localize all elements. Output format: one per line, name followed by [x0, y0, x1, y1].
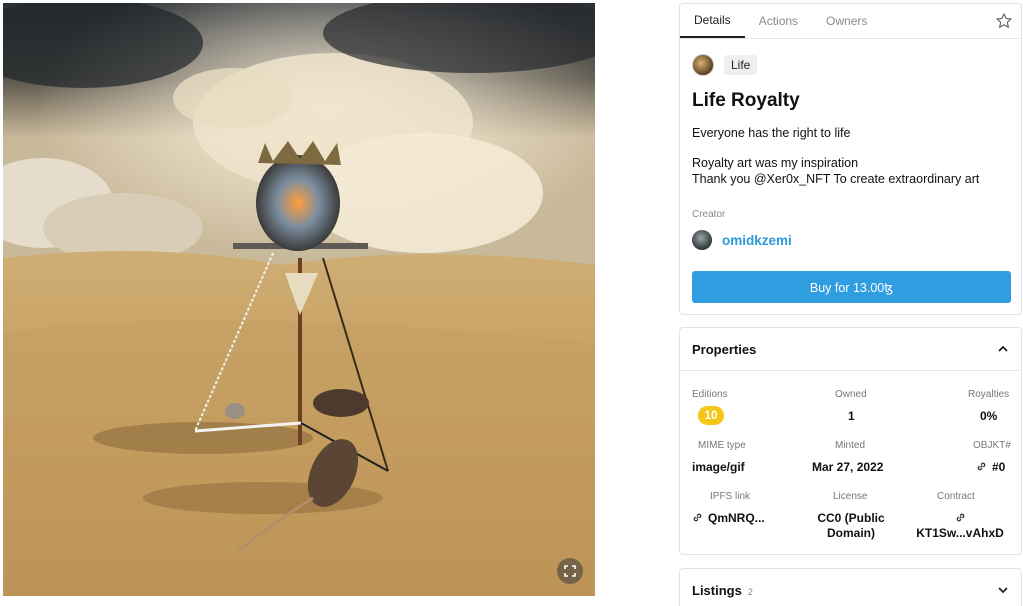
description-line: Royalty art was my inspiration — [692, 156, 859, 170]
link-icon — [956, 513, 964, 522]
editions-badge: 10 — [698, 406, 724, 425]
contract-value: KT1Sw...vAhxD — [916, 526, 1004, 540]
link-icon — [693, 513, 702, 522]
properties-card: Properties Editions 10 Owned 1 Royalties… — [679, 327, 1022, 555]
minted-label: Minted — [835, 440, 866, 451]
creator-name-link[interactable]: omidkzemi — [722, 233, 792, 248]
ipfs-label: IPFS link — [710, 491, 751, 502]
objkt-value: #0 — [992, 460, 1006, 474]
royalties-label: Royalties — [968, 389, 1010, 400]
minted-value: Mar 27, 2022 — [812, 460, 884, 474]
contract-link[interactable]: KT1Sw...vAhxD — [910, 511, 1010, 541]
buy-button[interactable]: Buy for 13.00ꜩ — [692, 271, 1011, 303]
link-icon — [977, 462, 986, 471]
owner-avatar[interactable] — [692, 54, 714, 76]
ipfs-link[interactable]: QmNRQ... — [692, 511, 765, 526]
listings-header[interactable]: Listings 2 — [680, 569, 1021, 606]
listings-count: 2 — [747, 586, 753, 597]
listings-title-text: Listings — [692, 582, 742, 598]
properties-header[interactable]: Properties — [680, 328, 1021, 370]
listings-card: Listings 2 — [679, 568, 1022, 606]
tab-bar: Details Actions Owners — [680, 4, 1021, 39]
fullscreen-icon — [564, 565, 576, 577]
license-label: License — [833, 491, 868, 502]
mime-value: image/gif — [692, 460, 745, 474]
fullscreen-button[interactable] — [557, 558, 583, 584]
mime-label: MIME type — [698, 440, 746, 451]
tab-details[interactable]: Details — [680, 4, 745, 38]
details-card: Details Actions Owners Life Life Royalty… — [679, 3, 1022, 315]
star-icon[interactable] — [995, 12, 1013, 30]
description-line: Everyone has the right to life — [692, 126, 851, 140]
tag-row: Life — [692, 54, 758, 76]
contract-label: Contract — [937, 491, 975, 502]
objkt-link[interactable]: #0 — [976, 460, 1005, 475]
artwork-illustration — [3, 3, 595, 596]
properties-title: Properties — [692, 341, 757, 357]
creator-avatar[interactable] — [692, 230, 712, 250]
properties-grid: Editions 10 Owned 1 Royalties 0% MIME ty… — [680, 371, 1021, 557]
tab-actions[interactable]: Actions — [745, 4, 812, 38]
tab-owners[interactable]: Owners — [812, 4, 881, 38]
license-value-line2: Domain) — [827, 526, 875, 540]
royalties-value: 0% — [980, 409, 998, 423]
artwork-title: Life Royalty — [692, 90, 800, 111]
owned-value: 1 — [848, 409, 855, 423]
ipfs-value: QmNRQ... — [708, 511, 765, 525]
objkt-label: OBJKT# — [973, 440, 1011, 451]
listings-title: Listings 2 — [692, 583, 753, 598]
creator-row[interactable]: omidkzemi — [692, 230, 792, 250]
creator-label: Creator — [692, 209, 726, 220]
chevron-up-icon[interactable] — [997, 343, 1009, 355]
license-value: CC0 (Public Domain) — [810, 511, 892, 541]
chevron-down-icon[interactable] — [997, 584, 1009, 596]
artwork-image[interactable] — [3, 3, 595, 596]
description-line: Thank you @Xer0x_NFT To create extraordi… — [692, 172, 980, 186]
tag-chip[interactable]: Life — [724, 55, 758, 75]
license-value-line1: CC0 (Public — [817, 511, 885, 525]
owned-label: Owned — [835, 389, 867, 400]
editions-label: Editions — [692, 389, 728, 400]
